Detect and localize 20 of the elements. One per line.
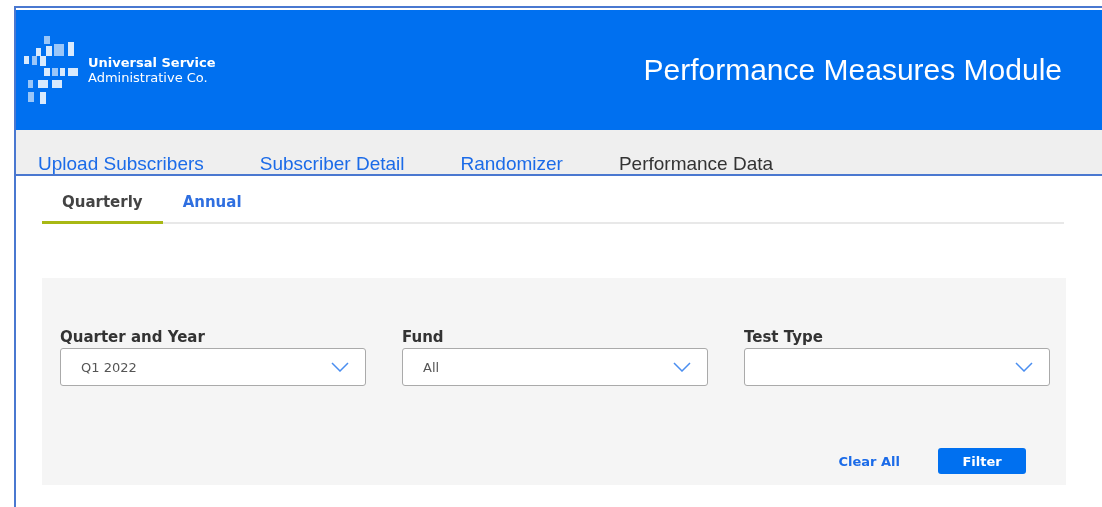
org-subtitle: Administrative Co. — [88, 70, 209, 85]
field-label: Fund — [402, 328, 445, 346]
nav-tab[interactable]: Upload Subscribers — [38, 153, 204, 175]
chevron-down-icon — [673, 362, 691, 372]
module-title: Performance Measures Module — [643, 53, 1062, 87]
org-name: Universal Service — [88, 55, 216, 70]
nav-tab[interactable]: Randomizer — [460, 153, 563, 175]
sub-tab[interactable]: Quarterly — [42, 182, 163, 224]
dropdown-field[interactable] — [744, 348, 1050, 386]
nav-tab[interactable]: Performance Data — [618, 153, 774, 175]
field-label: Quarter and Year — [60, 328, 206, 346]
chevron-down-icon — [331, 362, 349, 372]
dropdown-field[interactable]: All — [402, 348, 708, 386]
clear-all-link[interactable]: Clear All — [838, 453, 900, 469]
sub-tab[interactable]: Annual — [162, 182, 262, 224]
field-label: Test Type — [744, 328, 824, 346]
filter-button[interactable]: Filter — [938, 448, 1026, 474]
nav-tab[interactable]: Subscriber Detail — [259, 153, 405, 175]
chevron-down-icon — [1015, 362, 1033, 372]
dropdown-field[interactable]: Q1 2022 — [60, 348, 366, 386]
